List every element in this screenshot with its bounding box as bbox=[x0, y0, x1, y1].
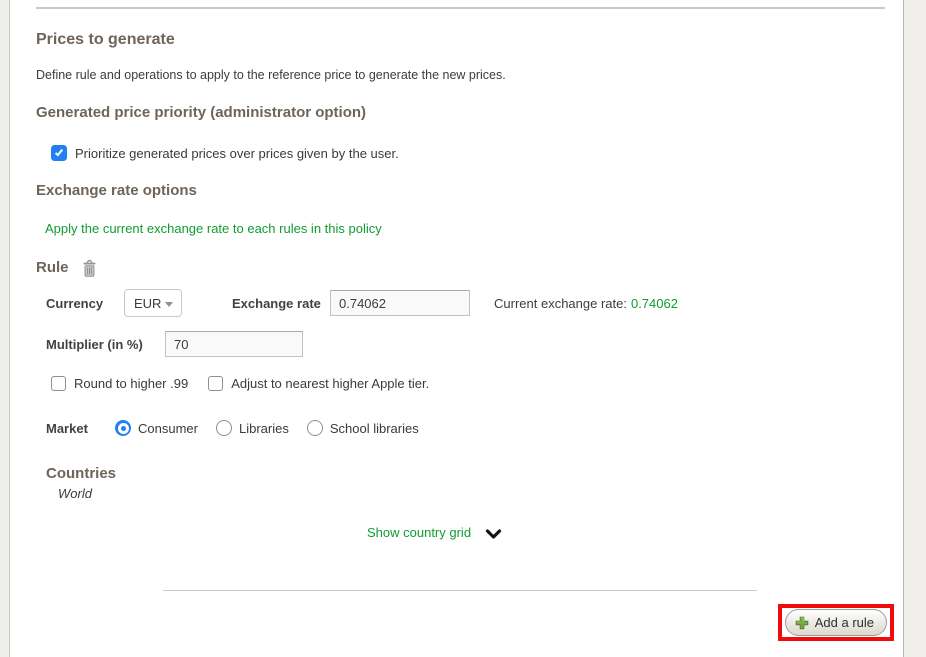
exchange-rate-label: Exchange rate bbox=[232, 296, 330, 311]
market-radio-libraries[interactable] bbox=[216, 420, 232, 436]
page-title: Prices to generate bbox=[36, 30, 902, 49]
checkmark-icon bbox=[55, 148, 63, 157]
market-row: Market Consumer Libraries School librari… bbox=[46, 420, 902, 436]
priority-checkbox-row: Prioritize generated prices over prices … bbox=[51, 145, 902, 161]
add-rule-button[interactable]: Add a rule bbox=[785, 609, 887, 636]
apple-tier-label: Adjust to nearest higher Apple tier. bbox=[231, 376, 429, 391]
multiplier-row: Multiplier (in %) bbox=[46, 331, 902, 357]
market-label: Market bbox=[46, 421, 115, 436]
multiplier-label: Multiplier (in %) bbox=[46, 337, 165, 352]
apply-exchange-rate-link[interactable]: Apply the current exchange rate to each … bbox=[45, 221, 382, 236]
countries-value: World bbox=[58, 486, 902, 501]
priority-section-heading: Generated price priority (administrator … bbox=[36, 104, 902, 122]
page-description: Define rule and operations to apply to t… bbox=[36, 68, 902, 83]
left-gutter bbox=[0, 0, 10, 657]
market-radio-consumer[interactable] bbox=[115, 420, 131, 436]
current-rate-value: 0.74062 bbox=[631, 296, 678, 311]
top-divider bbox=[36, 7, 885, 9]
add-rule-button-label: Add a rule bbox=[815, 615, 874, 630]
current-rate-label: Current exchange rate: bbox=[494, 296, 627, 311]
currency-selected-value: EUR bbox=[134, 296, 161, 311]
highlight-annotation-rect: Add a rule bbox=[778, 604, 894, 641]
market-radio-libraries-label: Libraries bbox=[239, 421, 289, 436]
apple-tier-checkbox[interactable] bbox=[208, 376, 223, 391]
show-country-grid-link[interactable]: Show country grid bbox=[367, 525, 471, 541]
market-radio-school-libraries-label: School libraries bbox=[330, 421, 419, 436]
right-scroll-gutter bbox=[903, 0, 926, 657]
rounding-options-row: Round to higher .99 Adjust to nearest hi… bbox=[51, 376, 902, 391]
currency-exchange-row: Currency EUR Exchange rate Current excha… bbox=[46, 289, 902, 317]
exchange-rate-input[interactable] bbox=[330, 290, 470, 316]
exchange-section-heading: Exchange rate options bbox=[36, 182, 902, 200]
multiplier-input[interactable] bbox=[165, 331, 303, 357]
prices-panel: Prices to generate Define rule and opera… bbox=[10, 0, 902, 657]
delete-rule-button[interactable] bbox=[82, 260, 97, 277]
current-exchange-rate: Current exchange rate: 0.74062 bbox=[494, 296, 678, 311]
currency-select[interactable]: EUR bbox=[124, 289, 182, 317]
prioritize-checkbox-label: Prioritize generated prices over prices … bbox=[75, 146, 399, 161]
prioritize-checkbox[interactable] bbox=[51, 145, 67, 161]
round-to-99-checkbox[interactable] bbox=[51, 376, 66, 391]
plus-icon bbox=[795, 616, 809, 630]
show-country-grid-toggle[interactable] bbox=[485, 529, 502, 540]
bottom-divider bbox=[163, 590, 757, 591]
currency-label: Currency bbox=[46, 296, 124, 311]
chevron-down-icon bbox=[485, 529, 502, 540]
rule-heading: Rule bbox=[36, 259, 69, 277]
market-radio-school-libraries[interactable] bbox=[307, 420, 323, 436]
trash-icon bbox=[82, 260, 97, 277]
market-radio-consumer-label: Consumer bbox=[138, 421, 198, 436]
dropdown-arrow-icon bbox=[165, 302, 173, 307]
countries-heading: Countries bbox=[46, 465, 902, 483]
round-to-99-label: Round to higher .99 bbox=[74, 376, 188, 391]
